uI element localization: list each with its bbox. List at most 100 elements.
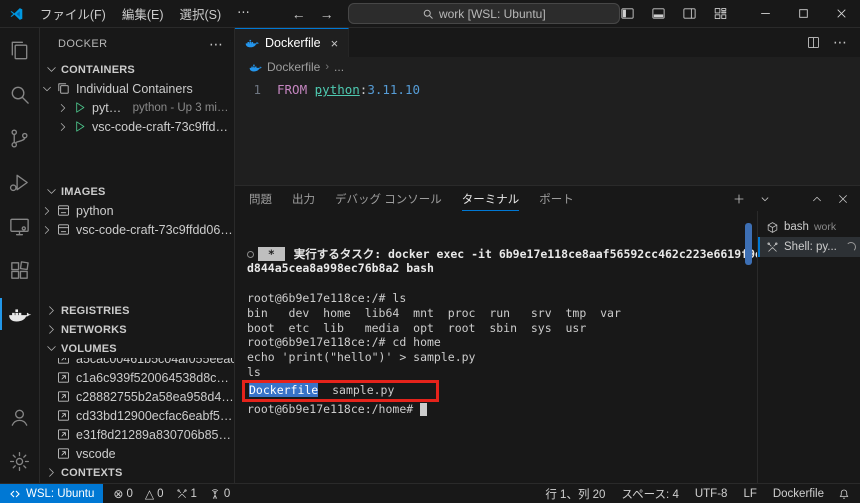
section-registries[interactable]: REGISTRIES: [40, 301, 234, 320]
menu-item-2[interactable]: 選択(S): [171, 1, 229, 26]
maximize-panel-icon[interactable]: [810, 192, 824, 206]
close-window-button[interactable]: [822, 0, 860, 28]
code-editor[interactable]: 1 FROM python:3.11.10: [235, 77, 860, 185]
run-debug-icon: [8, 171, 31, 194]
search-icon: [422, 8, 434, 20]
menu-item-3[interactable]: ⋯: [229, 1, 258, 26]
status-right-item-0[interactable]: 行 1、列 20: [537, 486, 613, 502]
activity-account-icon[interactable]: [0, 395, 39, 439]
tab-close-icon[interactable]: ×: [331, 36, 339, 51]
terminal-line: echo 'print("hello")' > sample.py: [247, 350, 757, 365]
remote-indicator[interactable]: WSL: Ubuntu: [0, 484, 103, 503]
terminal-text: *: [258, 247, 285, 261]
maximize-button[interactable]: [784, 0, 822, 28]
status-warning-icon[interactable]: △ 0: [139, 487, 170, 501]
activity-extensions-icon[interactable]: [0, 248, 39, 292]
tree-row[interactable]: cd33bd12900ecfac6eabf517a10...: [40, 406, 234, 425]
tree-row[interactable]: Individual Containers: [40, 79, 234, 98]
layout-sidebar-left-icon[interactable]: [620, 6, 635, 21]
panel-tab-4[interactable]: ポート: [539, 186, 574, 211]
status-left-items: ⊗ 0 △ 0 1 0: [107, 487, 236, 501]
tree-row[interactable]: vsc-code-craft-73c9ffdd06...: [40, 117, 234, 136]
status-right-item-4[interactable]: Dockerfile: [765, 488, 832, 500]
notifications-bell-icon[interactable]: [832, 488, 860, 500]
code-token: python: [315, 82, 360, 97]
editor-more-actions-icon[interactable]: ⋯: [833, 34, 848, 51]
panel-tab-3[interactable]: ターミナル: [462, 186, 520, 211]
nav-back-button[interactable]: ←: [292, 6, 306, 22]
status-right-item-1[interactable]: スペース: 4: [613, 486, 686, 502]
panel-tab-2[interactable]: デバッグ コンソール: [335, 186, 442, 211]
command-center-search[interactable]: work [WSL: Ubuntu]: [348, 3, 620, 24]
menu-bar: ファイル(F)編集(E)選択(S)⋯: [32, 1, 258, 26]
activity-bar-top: [0, 28, 39, 336]
panel-tabs-list: 問題出力デバッグ コンソールターミナルポート: [249, 186, 574, 211]
activity-run-debug-icon[interactable]: [0, 160, 39, 204]
terminal-list-item-1[interactable]: Shell: py...: [758, 237, 860, 257]
section-containers[interactable]: CONTAINERS: [40, 60, 234, 79]
nav-forward-button[interactable]: →: [320, 6, 334, 22]
status-error-icon[interactable]: ⊗ 0: [107, 487, 138, 501]
command-decoration-icon: [247, 251, 254, 258]
add-terminal-icon[interactable]: [732, 192, 746, 206]
status-right-item-3[interactable]: LF: [735, 488, 764, 500]
activity-remote-explorer-icon[interactable]: [0, 204, 39, 248]
status-bar: WSL: Ubuntu ⊗ 0 △ 0 1 0 行 1、列 20スペース: 4U…: [0, 483, 860, 503]
activity-explorer-icon[interactable]: [0, 28, 39, 72]
terminal-text: root@6b9e17e118ce:/home#: [247, 402, 420, 416]
container-running-icon: [72, 100, 87, 115]
section-images[interactable]: IMAGES: [40, 182, 234, 201]
status-tools-icon[interactable]: 1: [170, 488, 203, 500]
layout-panel-icon[interactable]: [651, 6, 666, 21]
settings-gear-icon: [8, 450, 31, 473]
tab-dockerfile[interactable]: Dockerfile ×: [235, 28, 349, 57]
status-radio-tower-icon[interactable]: 0: [203, 488, 236, 500]
terminal-list: bash work Shell: py...: [758, 211, 860, 483]
more-actions-icon[interactable]: [784, 192, 798, 206]
activity-search-icon[interactable]: [0, 72, 39, 116]
minimize-button[interactable]: [746, 0, 784, 28]
terminal-line: * 実行するタスク: docker exec -it 6b9e17e118ce8…: [247, 247, 757, 262]
tree-row[interactable]: c1a6c939f520064538d8c03a67...: [40, 368, 234, 387]
tree-row[interactable]: pythonpython - Up 3 minut...: [40, 98, 234, 117]
chevron-down-icon: [44, 184, 59, 199]
activity-bar: [0, 28, 40, 483]
terminal-scrollbar-mark[interactable]: [745, 223, 752, 265]
terminal-text: echo 'print("hello")' > sample.py: [247, 350, 475, 364]
panel-tab-1[interactable]: 出力: [292, 186, 315, 211]
volume-icon: [56, 427, 71, 442]
activity-docker-icon[interactable]: [0, 292, 39, 336]
close-panel-icon[interactable]: [836, 192, 850, 206]
layout-controls: [620, 6, 728, 21]
activity-source-control-icon[interactable]: [0, 116, 39, 160]
activity-settings-gear-icon[interactable]: [0, 439, 39, 483]
section-volumes[interactable]: VOLUMES: [40, 339, 234, 358]
terminal-text: sample.py: [318, 383, 394, 397]
terminal-dropdown-icon[interactable]: [758, 192, 772, 206]
tree-row[interactable]: e31f8d21289a830706b85df07c...: [40, 425, 234, 444]
layout-sidebar-right-icon[interactable]: [682, 6, 697, 21]
image-icon: [56, 222, 71, 237]
terminal[interactable]: * 実行するタスク: docker exec -it 6b9e17e118ce8…: [235, 211, 757, 483]
panel-tab-0[interactable]: 問題: [249, 186, 272, 211]
bottom-panel: 問題出力デバッグ コンソールターミナルポート * 実行するタスク: docker…: [235, 185, 860, 483]
terminal-list-item-0[interactable]: bash work: [758, 217, 860, 237]
account-icon: [8, 406, 31, 429]
tree-row[interactable]: a5cac00461b5c04af055eeacc0e...: [40, 358, 234, 368]
sidebar-more-actions-button[interactable]: ⋯: [209, 36, 224, 53]
terminal-line: bin dev home lib64 mnt proc run srv tmp …: [247, 306, 757, 321]
terminal-text: [420, 403, 427, 416]
tree-row[interactable]: c28882755b2a58ea958d418ed9...: [40, 387, 234, 406]
tree-row[interactable]: vsc-code-craft-73c9ffdd06d...: [40, 220, 234, 239]
menu-item-1[interactable]: 編集(E): [114, 1, 172, 26]
status-right-item-2[interactable]: UTF-8: [687, 488, 736, 500]
tree-row[interactable]: python: [40, 201, 234, 220]
section-contexts[interactable]: CONTEXTS: [40, 463, 234, 482]
menu-item-0[interactable]: ファイル(F): [32, 1, 114, 26]
split-editor-icon[interactable]: [806, 35, 821, 50]
tree-row[interactable]: vscode: [40, 444, 234, 463]
layout-customize-icon[interactable]: [713, 6, 728, 21]
section-networks[interactable]: NETWORKS: [40, 320, 234, 339]
terminal-output: * 実行するタスク: docker exec -it 6b9e17e118ce8…: [247, 247, 757, 417]
breadcrumb[interactable]: Dockerfile › ...: [235, 57, 860, 77]
